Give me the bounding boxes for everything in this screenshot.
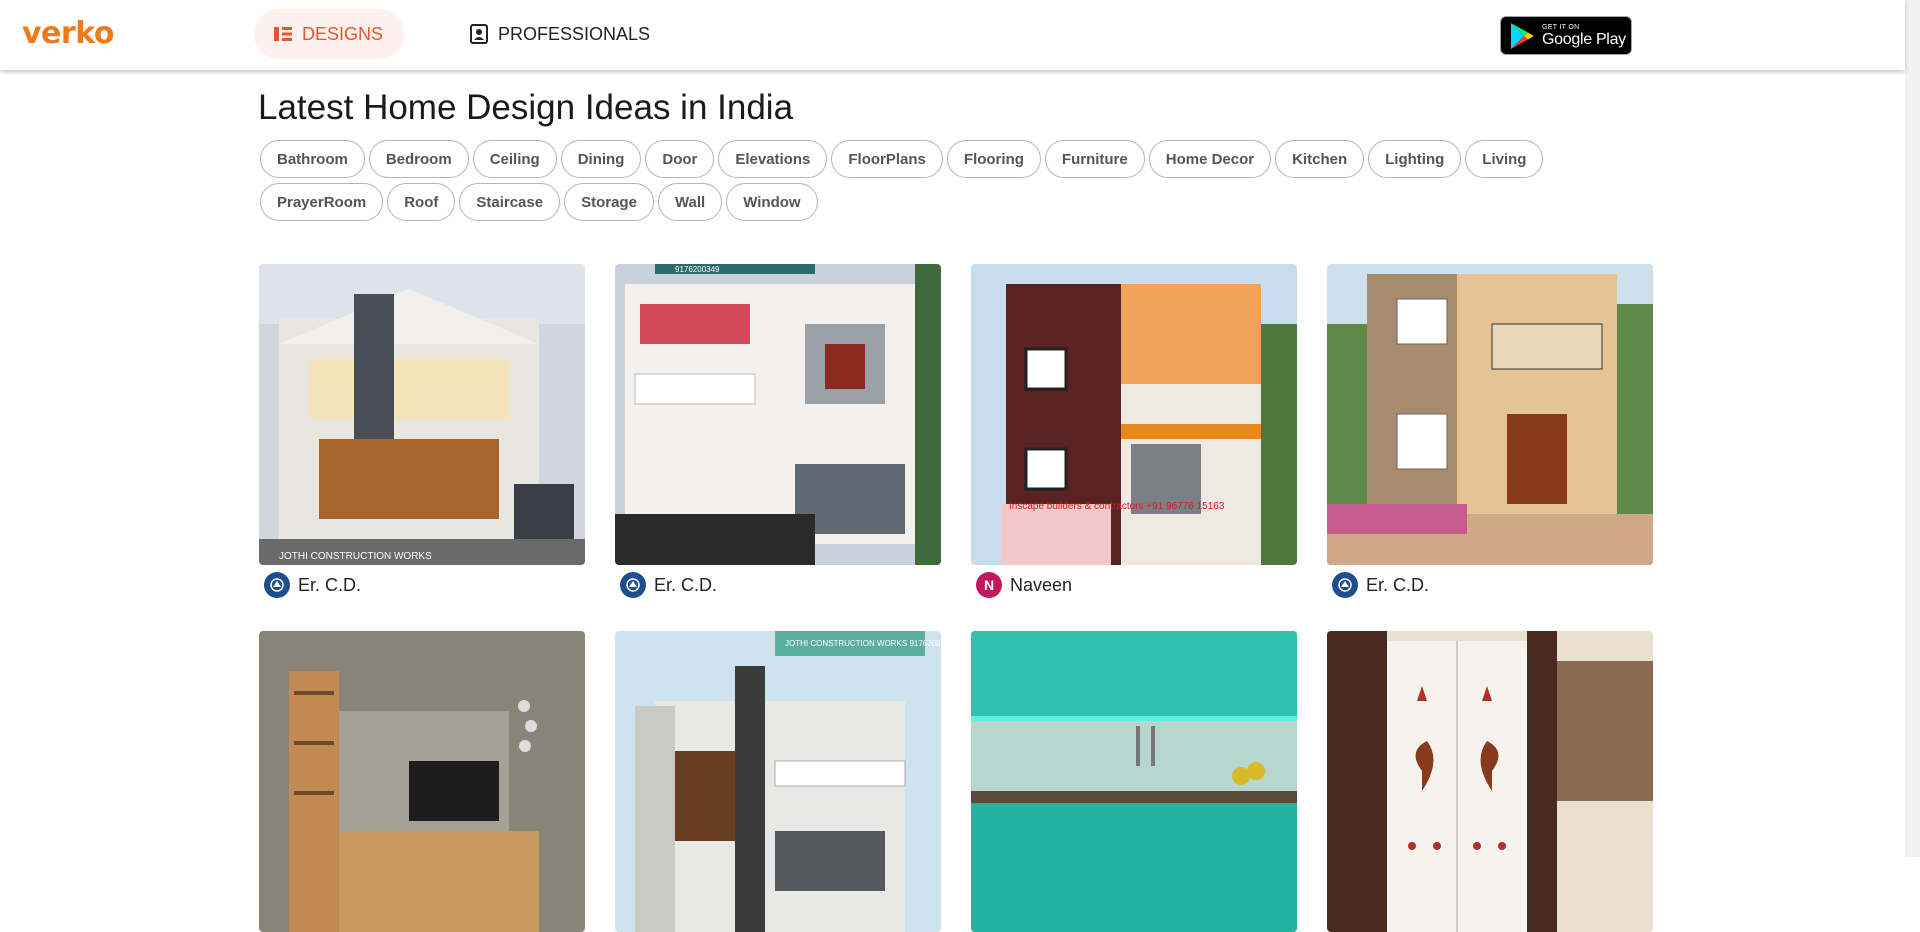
- image-caption: Inscape builders & contractors +91 96776…: [1009, 501, 1225, 512]
- design-card[interactable]: [971, 631, 1297, 932]
- top-navbar: verko DESIGNS PROFESSIONALS GET IT ON Go…: [0, 0, 1905, 70]
- design-card[interactable]: JOTHI CONSTRUCTION WORKS Er. C.D.: [259, 264, 585, 603]
- google-play-icon: [1511, 22, 1534, 49]
- chip-ceiling[interactable]: Ceiling: [472, 140, 557, 178]
- chip-dining[interactable]: Dining: [560, 140, 642, 178]
- professional-badge-icon: [470, 24, 488, 44]
- design-image-house-elevation-maroon[interactable]: Inscape builders & contractors +91 96776…: [971, 264, 1297, 565]
- image-caption: 9176200349: [675, 265, 720, 274]
- design-image-teal-kitchen[interactable]: [971, 631, 1297, 932]
- design-card[interactable]: Er. C.D.: [1327, 264, 1653, 603]
- chip-door[interactable]: Door: [645, 140, 715, 178]
- tab-professionals-label: PROFESSIONALS: [498, 23, 651, 44]
- author-row: Er. C.D.: [1327, 567, 1653, 603]
- author-name[interactable]: Er. C.D.: [1366, 575, 1429, 596]
- google-play-badge[interactable]: GET IT ON Google Play: [1500, 16, 1632, 55]
- design-grid: JOTHI CONSTRUCTION WORKS Er. C.D. 917620…: [259, 264, 1653, 932]
- author-row: Er. C.D.: [615, 567, 941, 603]
- author-row: Er. C.D.: [259, 567, 585, 603]
- design-image-house-elevation-beige[interactable]: [1327, 264, 1653, 565]
- chip-living[interactable]: Living: [1465, 140, 1544, 178]
- design-card[interactable]: 9176200349 Er. C.D.: [615, 264, 941, 603]
- design-image-pooja-door[interactable]: [1327, 631, 1653, 932]
- chip-lighting[interactable]: Lighting: [1368, 140, 1462, 178]
- design-card[interactable]: [1327, 631, 1653, 932]
- author-row: N Naveen: [971, 567, 1297, 603]
- emblem-avatar-icon: [264, 572, 290, 598]
- tab-professionals[interactable]: PROFESSIONALS: [450, 9, 680, 59]
- chip-staircase[interactable]: Staircase: [459, 183, 561, 221]
- chip-bedroom[interactable]: Bedroom: [368, 140, 469, 178]
- chip-prayerroom[interactable]: PrayerRoom: [260, 183, 384, 221]
- page-scrollbar[interactable]: [1905, 0, 1920, 857]
- chip-storage[interactable]: Storage: [564, 183, 654, 221]
- chip-home-decor[interactable]: Home Decor: [1148, 140, 1272, 178]
- chip-elevations[interactable]: Elevations: [718, 140, 828, 178]
- design-card[interactable]: JOTHI CONSTRUCTION WORKS 9176200349: [615, 631, 941, 932]
- image-caption: JOTHI CONSTRUCTION WORKS 9176200349: [785, 639, 941, 648]
- author-name[interactable]: Er. C.D.: [654, 575, 717, 596]
- design-card[interactable]: [259, 631, 585, 932]
- chip-window[interactable]: Window: [726, 183, 818, 221]
- chip-wall[interactable]: Wall: [657, 183, 723, 221]
- emblem-avatar-icon: [1332, 572, 1358, 598]
- design-image-house-elevation-pink[interactable]: 9176200349: [615, 264, 941, 565]
- verko-logo[interactable]: verko: [22, 16, 114, 51]
- tab-designs-label: DESIGNS: [302, 23, 384, 44]
- chip-floorplans[interactable]: FloorPlans: [831, 140, 943, 178]
- badge-small-text: GET IT ON: [1542, 23, 1580, 31]
- author-name[interactable]: Naveen: [1010, 575, 1072, 596]
- chip-roof[interactable]: Roof: [387, 183, 456, 221]
- design-image-modern-house[interactable]: JOTHI CONSTRUCTION WORKS 9176200349: [615, 631, 941, 932]
- designs-icon: [274, 27, 292, 41]
- avatar-initial: N: [976, 572, 1002, 598]
- chip-kitchen[interactable]: Kitchen: [1275, 140, 1365, 178]
- category-filter-list: Bathroom Bedroom Ceiling Dining Door Ele…: [260, 140, 1550, 221]
- design-card[interactable]: Inscape builders & contractors +91 96776…: [971, 264, 1297, 603]
- tab-designs[interactable]: DESIGNS: [254, 9, 404, 59]
- badge-big-text: Google Play: [1542, 30, 1626, 48]
- design-image-house-elevation-lit[interactable]: JOTHI CONSTRUCTION WORKS: [259, 264, 585, 565]
- emblem-avatar-icon: [620, 572, 646, 598]
- design-image-tv-unit[interactable]: [259, 631, 585, 932]
- chip-furniture[interactable]: Furniture: [1044, 140, 1145, 178]
- chip-flooring[interactable]: Flooring: [946, 140, 1041, 178]
- image-caption: JOTHI CONSTRUCTION WORKS: [279, 551, 432, 562]
- author-name[interactable]: Er. C.D.: [298, 575, 361, 596]
- chip-bathroom[interactable]: Bathroom: [260, 140, 365, 178]
- page-title: Latest Home Design Ideas in India: [258, 88, 794, 127]
